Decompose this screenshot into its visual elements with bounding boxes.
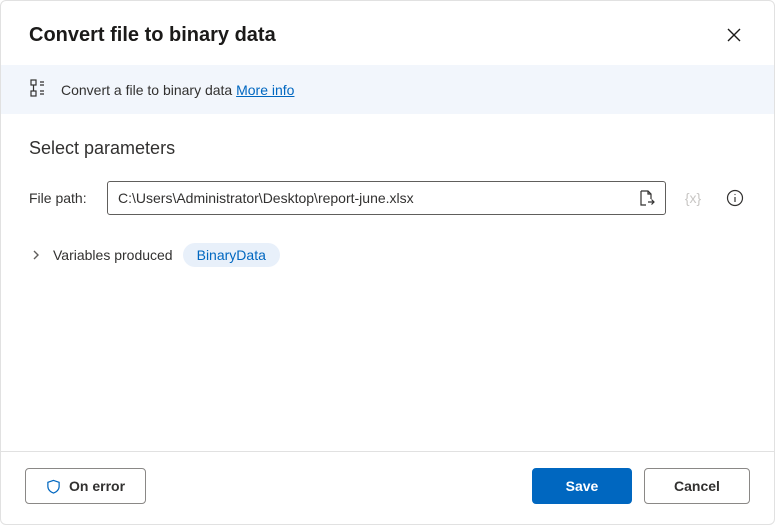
more-info-link[interactable]: More info	[236, 82, 294, 98]
variables-produced-label: Variables produced	[53, 247, 173, 263]
dialog-title: Convert file to binary data	[29, 24, 276, 47]
info-bar-text: Convert a file to binary data More info	[61, 82, 294, 98]
info-description: Convert a file to binary data	[61, 82, 232, 98]
binary-convert-icon	[29, 79, 47, 100]
footer-actions: Save Cancel	[532, 468, 750, 504]
dialog: Convert file to binary data Convert a fi…	[0, 0, 775, 525]
save-button[interactable]: Save	[532, 468, 632, 504]
dialog-footer: On error Save Cancel	[1, 451, 774, 524]
variables-produced-row: Variables produced BinaryData	[29, 243, 746, 267]
cancel-button[interactable]: Cancel	[644, 468, 750, 504]
dialog-header: Convert file to binary data	[1, 1, 774, 65]
info-icon	[726, 189, 744, 207]
file-picker-button[interactable]	[633, 185, 659, 211]
variable-token-button[interactable]: {x}	[680, 185, 706, 211]
variable-chip-binarydata[interactable]: BinaryData	[183, 243, 280, 267]
dialog-body: Select parameters File path: {x}	[1, 114, 774, 451]
file-path-info-button[interactable]	[724, 187, 746, 209]
close-button[interactable]	[718, 19, 750, 51]
file-arrow-icon	[637, 189, 655, 207]
file-path-row: File path: {x}	[29, 181, 746, 215]
variables-expand-toggle[interactable]	[29, 248, 43, 262]
file-path-input-wrapper	[107, 181, 666, 215]
on-error-button[interactable]: On error	[25, 468, 146, 504]
parameters-heading: Select parameters	[29, 138, 746, 159]
file-path-input[interactable]	[118, 190, 633, 206]
shield-icon	[46, 479, 61, 494]
on-error-label: On error	[69, 478, 125, 494]
chevron-right-icon	[31, 250, 41, 260]
close-icon	[727, 28, 741, 42]
info-bar: Convert a file to binary data More info	[1, 65, 774, 114]
file-path-label: File path:	[29, 190, 95, 206]
